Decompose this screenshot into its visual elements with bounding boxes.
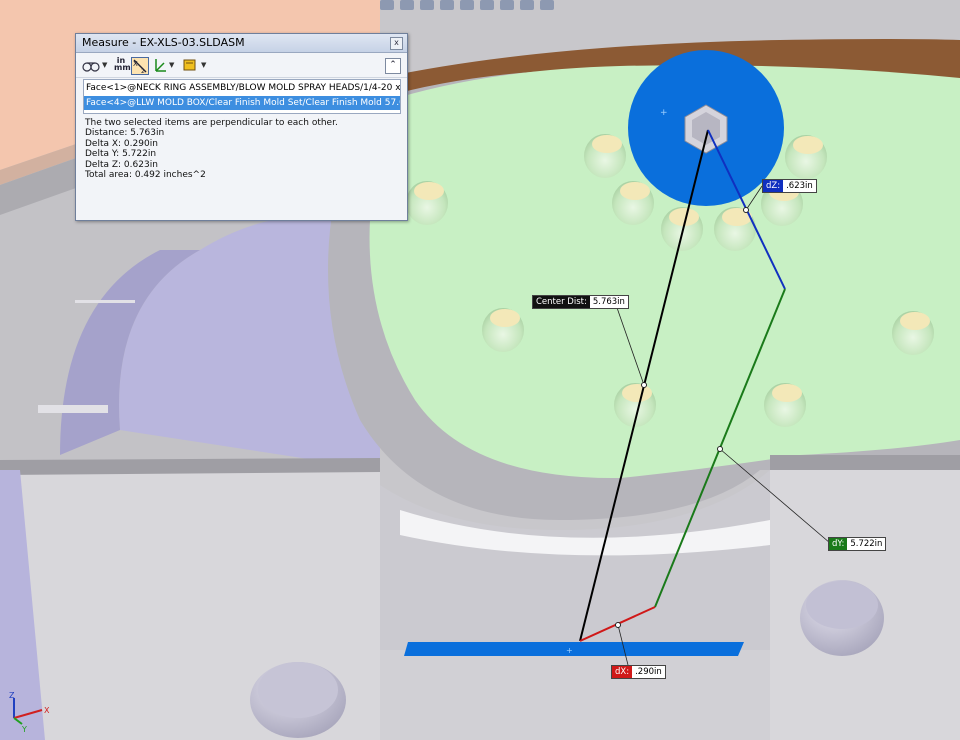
callout-key: dZ: [763,180,784,192]
floor-ledge-right [770,455,960,470]
units-bottom-label: mm [114,63,131,72]
measurement-results: The two selected items are perpendicular… [85,118,338,180]
midpoint-dy [717,446,723,452]
collapse-icon[interactable]: ⌃ [385,58,401,74]
dialog-title: Measure - EX-XLS-03.SLDASM [82,36,245,49]
hole-highlight [414,182,444,200]
face-origin-marker-bottom: + [566,646,573,655]
heads-up-toolbar [380,0,554,12]
list-item[interactable]: Face<4>@LLW MOLD BOX/Clear Finish Mold S… [84,96,400,110]
callout-value: .623in [783,180,816,192]
hide-show-icon[interactable] [460,0,474,10]
selected-face-bottom[interactable] [404,642,744,656]
dialog-titlebar[interactable]: Measure - EX-XLS-03.SLDASM x [76,34,407,53]
point-to-point-icon[interactable] [153,57,167,73]
hole-highlight [793,136,823,154]
midpoint-center [641,382,647,388]
bolt-right [800,580,884,656]
section-icon[interactable] [420,0,434,10]
callout-key: Center Dist: [533,296,590,308]
dy-callout: dY: 5.722in [828,537,887,551]
scene-icon[interactable] [500,0,514,10]
view-orientation-icon[interactable] [380,0,394,10]
face-origin-marker: + [660,108,668,118]
midpoint-dz [743,207,749,213]
arc-circle-options-icon[interactable] [82,57,100,73]
callout-key: dY: [829,538,848,550]
result-line: Delta Z: 0.623in [85,159,158,170]
units-precision-icon[interactable]: in mm [114,57,131,73]
result-line: Delta Y: 5.722in [85,149,157,160]
zoom-icon[interactable] [400,0,414,10]
callout-value: .290in [632,666,665,678]
show-xyz-measurements-icon[interactable]: X 2 [131,57,149,75]
monitor-icon[interactable] [540,0,554,10]
hole-highlight [490,309,520,327]
stripe-1 [75,300,135,303]
callout-key: dX: [612,666,633,678]
result-line: Total area: 0.492 inches^2 [85,170,206,181]
floor-bottom [380,650,770,740]
midpoint-dx [615,622,621,628]
measure-dialog[interactable]: Measure - EX-XLS-03.SLDASM x ▼ in mm X 2… [75,33,408,221]
triad-y-label: Y [21,725,27,734]
chevron-down-icon[interactable]: ▼ [201,57,206,73]
triad-z-label: Z [9,691,15,700]
view-settings-icon[interactable] [520,0,534,10]
triad-x-label: X [44,706,50,715]
hole-highlight [592,135,622,153]
edit-appearance-icon[interactable] [480,0,494,10]
list-item[interactable]: Face<1>@NECK RING ASSEMBLY/BLOW MOLD SPR… [84,81,400,95]
selection-list[interactable]: Face<1>@NECK RING ASSEMBLY/BLOW MOLD SPR… [83,79,401,114]
hole-highlight [772,384,802,402]
display-style-icon[interactable] [440,0,454,10]
result-line: The two selected items are perpendicular… [85,118,338,128]
bolt-bottom-left [250,662,346,738]
close-icon[interactable]: x [390,37,403,50]
svg-text:2: 2 [141,68,145,75]
result-line: Distance: 5.763in [85,128,165,139]
result-line: Delta X: 0.290in [85,138,158,149]
dx-callout: dX: .290in [611,665,666,679]
center-distance-callout: Center Dist: 5.763in [532,295,629,309]
callout-value: 5.722in [847,538,886,550]
hole-highlight [620,182,650,200]
dz-callout: dZ: .623in [762,179,817,193]
hole-highlight [622,384,652,402]
chevron-down-icon[interactable]: ▼ [102,57,107,73]
hole-highlight [900,312,930,330]
stripe-2 [38,405,108,413]
callout-value: 5.763in [589,296,628,308]
dialog-toolbar: ▼ in mm X 2 ▼ ▼ ⌃ [76,53,407,78]
svg-text:X: X [133,60,138,68]
create-sensor-icon[interactable] [183,57,197,73]
chevron-down-icon[interactable]: ▼ [169,57,174,73]
